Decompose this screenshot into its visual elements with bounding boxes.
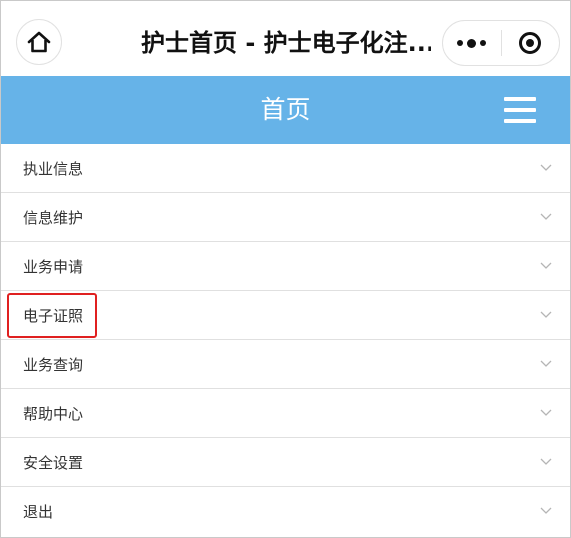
menu-item-practice-info[interactable]: 执业信息 [1, 144, 570, 193]
menu-item-business-query[interactable]: 业务查询 [1, 340, 570, 389]
page-title: 护士首页 - 护士电子化注... [141, 29, 431, 57]
chevron-down-icon [540, 311, 552, 318]
menu-item-logout[interactable]: 退出 [1, 487, 570, 535]
chevron-down-icon [540, 507, 552, 514]
menu-list: 执业信息 信息维护 业务申请 电子证照 业务查询 帮助中心 安全设置 退出 [1, 144, 570, 535]
menu-item-label: 退出 [23, 502, 54, 521]
close-miniprogram-button[interactable] [502, 21, 560, 65]
home-button[interactable] [16, 19, 62, 65]
chevron-down-icon [540, 409, 552, 416]
app-frame: 护士首页 - 护士电子化注... 首页 执业信息 信息维护 业务申请 电子证照 … [0, 0, 571, 538]
home-icon [27, 31, 51, 53]
capsule-menu [442, 20, 560, 66]
chevron-down-icon [540, 164, 552, 171]
chevron-down-icon [540, 458, 552, 465]
menu-item-label: 帮助中心 [23, 404, 84, 423]
chevron-down-icon [540, 262, 552, 269]
hamburger-menu-icon[interactable] [504, 97, 536, 123]
menu-item-business-application[interactable]: 业务申请 [1, 242, 570, 291]
chevron-down-icon [540, 360, 552, 367]
menu-item-label: 安全设置 [23, 453, 84, 472]
menu-item-security-settings[interactable]: 安全设置 [1, 438, 570, 487]
miniprogram-titlebar: 护士首页 - 护士电子化注... [1, 1, 570, 76]
page-header: 首页 [1, 76, 570, 144]
chevron-down-icon [540, 213, 552, 220]
menu-item-label: 业务申请 [23, 257, 84, 276]
target-close-icon [519, 32, 542, 54]
more-dots-icon [457, 38, 487, 48]
more-button[interactable] [443, 21, 501, 65]
menu-item-info-maintenance[interactable]: 信息维护 [1, 193, 570, 242]
menu-item-help-center[interactable]: 帮助中心 [1, 389, 570, 438]
menu-item-label: 业务查询 [23, 355, 84, 374]
highlight-box [7, 293, 97, 338]
menu-item-label: 执业信息 [23, 159, 84, 178]
menu-item-label: 信息维护 [23, 208, 84, 227]
menu-item-e-license[interactable]: 电子证照 [1, 291, 570, 340]
header-title: 首页 [260, 95, 311, 124]
